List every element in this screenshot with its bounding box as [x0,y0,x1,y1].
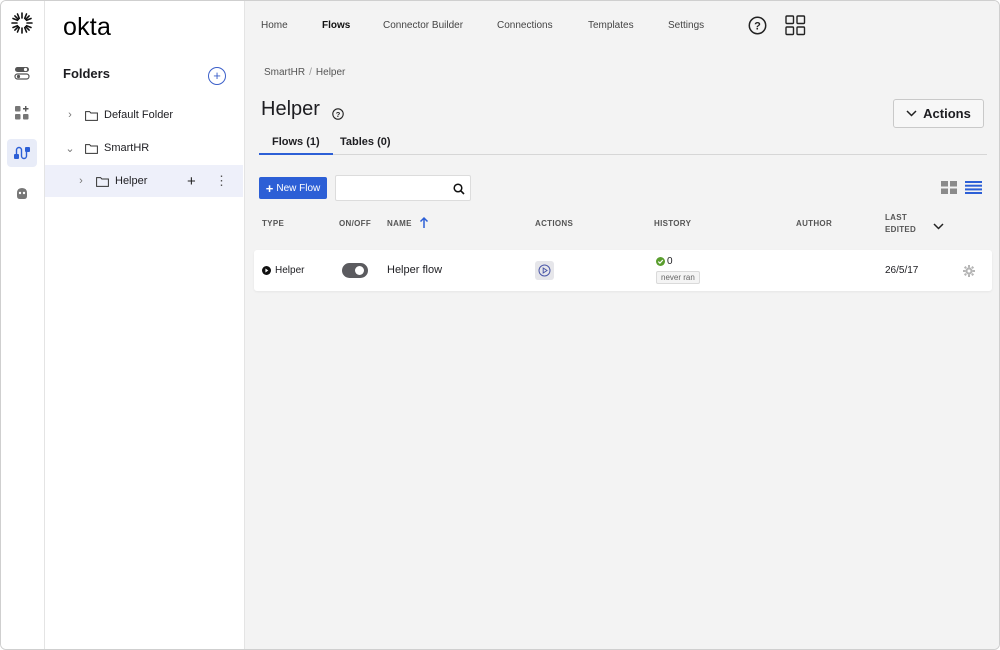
app-window: okta Folders + › Default Folder ⌄ SmartH… [0,0,1000,650]
column-header-actions: ACTIONS [535,219,574,228]
add-subfolder-icon[interactable]: + [187,173,196,190]
folder-item-helper[interactable]: › Helper + ⋮ [45,165,243,197]
main-content: Home Flows Connector Builder Connections… [245,1,999,649]
column-header-history: HISTORY [654,219,692,228]
svg-text:?: ? [754,21,761,33]
icon-rail [1,1,45,649]
new-flow-label: New Flow [276,182,321,194]
plus-icon: + [265,180,274,196]
tab-bar: Flows (1) Tables (0) [259,131,987,155]
play-circle-icon [262,266,271,275]
folder-icon [85,143,98,154]
connector-hand-icon[interactable] [7,179,37,207]
status-badge: never ran [656,271,700,284]
toggle-knob [355,266,364,275]
chevron-down-icon[interactable] [933,217,944,235]
check-circle-icon [656,257,665,266]
folders-title: Folders [63,66,110,81]
column-header-type: TYPE [262,219,285,228]
gear-icon[interactable] [963,264,975,282]
tab-flows[interactable]: Flows (1) [259,136,333,155]
column-header-onoff: ON/OFF [339,219,372,228]
chevron-right-icon[interactable]: › [63,109,77,121]
nav-connections[interactable]: Connections [497,20,553,31]
okta-logo: okta [63,13,112,41]
folder-icon [96,176,109,187]
folder-label: SmartHR [104,142,150,154]
nav-flows[interactable]: Flows [322,20,350,31]
last-edited-cell: 26/5/17 [885,265,919,276]
apps-add-icon[interactable] [7,99,37,127]
add-folder-button[interactable]: + [208,67,226,85]
folder-label: Default Folder [104,109,174,121]
list-view-icon[interactable] [965,181,982,199]
nav-settings[interactable]: Settings [668,20,704,31]
run-flow-button[interactable] [535,261,554,280]
history-count-value: 0 [667,256,673,267]
chevron-right-icon[interactable]: › [74,175,88,187]
breadcrumb: SmartHR / Helper [264,67,345,78]
nav-connector-builder[interactable]: Connector Builder [383,20,463,31]
nav-templates[interactable]: Templates [588,20,634,31]
type-label: Helper [275,265,305,276]
folder-item-smarthr[interactable]: ⌄ SmartHR [45,132,243,164]
tile-view-icon[interactable] [941,181,957,199]
app-grid-icon[interactable] [785,15,806,41]
help-icon[interactable]: ? [332,107,344,125]
breadcrumb-separator: / [309,67,312,78]
tab-tables[interactable]: Tables (0) [340,136,391,148]
actions-button[interactable]: Actions [893,99,984,128]
column-header-author: AUTHOR [796,219,833,228]
type-cell: Helper [262,265,304,276]
table-row[interactable]: Helper Helper flow 0 never ran 26/5/17 [254,250,992,291]
column-header-last-edited-line2: EDITED [885,225,917,234]
top-nav: Home Flows Connector Builder Connections… [245,1,999,51]
search-input[interactable] [335,175,471,201]
on-off-toggle[interactable] [342,263,368,278]
folder-item-default[interactable]: › Default Folder [45,99,243,131]
more-vertical-icon[interactable]: ⋮ [215,173,228,189]
okta-sun-icon[interactable] [7,9,37,37]
column-header-last-edited-line1: LAST [885,213,908,222]
chevron-down-icon [906,110,917,117]
breadcrumb-item: Helper [315,67,346,78]
page-title: Helper [261,98,320,120]
folder-label: Helper [115,175,148,187]
history-count: 0 [656,256,673,267]
flow-name[interactable]: Helper flow [387,264,442,276]
nav-home[interactable]: Home [261,20,288,31]
column-header-name[interactable]: NAME [387,219,412,228]
sort-ascending-icon[interactable] [419,216,429,234]
help-icon[interactable]: ? [748,16,767,40]
search-icon[interactable] [453,182,465,200]
breadcrumb-item[interactable]: SmartHR [264,67,305,78]
flows-icon[interactable] [7,139,37,167]
new-flow-button[interactable]: + New Flow [259,177,327,199]
folder-icon [85,110,98,121]
folders-panel: okta Folders + › Default Folder ⌄ SmartH… [45,1,245,649]
chevron-down-icon[interactable]: ⌄ [63,142,77,155]
toggles-icon[interactable] [7,59,37,87]
play-icon [538,264,551,277]
svg-text:?: ? [336,110,341,119]
actions-label: Actions [923,106,971,121]
